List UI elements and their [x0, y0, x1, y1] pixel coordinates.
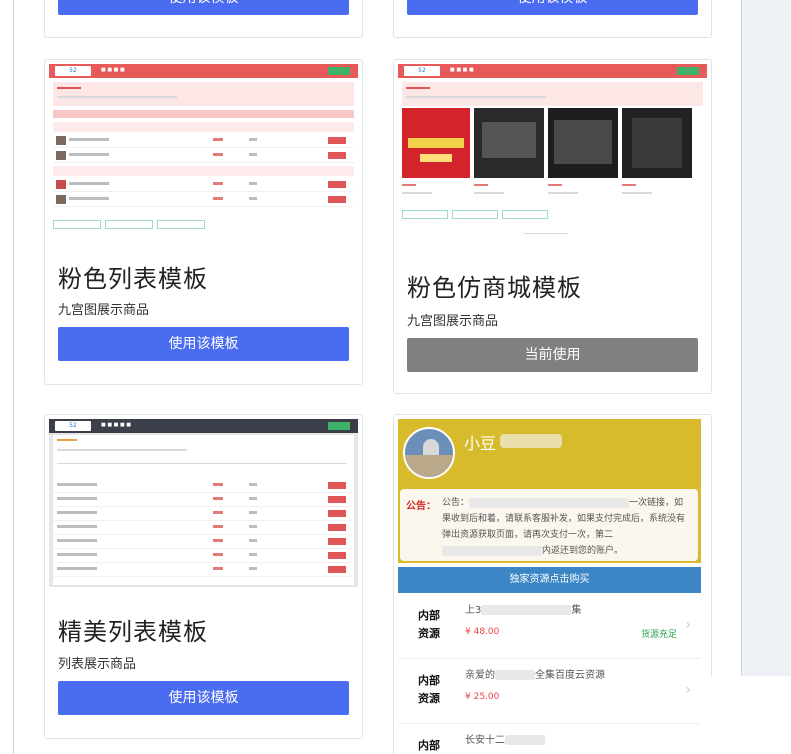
template-title: 精美列表模板 [58, 618, 208, 646]
preview-logo: 52 [55, 421, 91, 431]
preview-footer-link [402, 210, 448, 219]
notice-box: 公告： 公告： 一次链接，如果收到后和着，请联系客服补发，如果支付完成后，系统没有… [400, 489, 698, 561]
preview-row [53, 178, 354, 192]
list-item[interactable]: 内部 长安十二 [398, 725, 701, 754]
template-subtitle: 九宫图展示商品 [58, 303, 150, 318]
preview-footer-link [53, 220, 101, 229]
card-top-right: 使用该模板 [393, 0, 712, 38]
preview-row [53, 193, 354, 207]
preview-product-image [402, 108, 470, 178]
item-title: 亲爱的 全集百度云资源 [465, 670, 605, 681]
template-card-fine-list: 52 ■ ■ ■ ■ ■ 精美列表模板 列表展示商品 使用该模板 [44, 414, 363, 739]
item-tag: 内部资源 [418, 674, 440, 705]
item-price: ¥ 25.00 [465, 692, 500, 702]
use-template-button[interactable]: 使用该模板 [407, 0, 698, 15]
template-subtitle: 九宫图展示商品 [407, 314, 499, 329]
preview-header: 52 ■ ■ ■ ■ ■ [49, 419, 358, 433]
chevron-right-icon: › [685, 682, 691, 698]
list-item[interactable]: 内部资源 上3 集 ¥ 48.00 货源充足 › [398, 595, 701, 659]
preview-category [53, 166, 354, 176]
item-price: ¥ 48.00 [465, 627, 500, 637]
notice-text: 公告： 一次链接，如果收到后和着，请联系客服补发，如果支付完成后，系统没有弹出资源… [442, 497, 686, 556]
preview-footer-link [502, 210, 548, 219]
template-card-pink-mall: 52 ■ ■ ■ ■ 粉色仿商城模板 九宫图展示商品 当前使用 [393, 59, 712, 394]
mobile-header: 小豆 公告： 公告： 一次链接，如果收到后和着，请联系客服补发，如果支付完成后，系… [398, 419, 701, 563]
template-card-mobile: 小豆 公告： 公告： 一次链接，如果收到后和着，请联系客服补发，如果支付完成后，系… [393, 414, 712, 754]
preview-logo: 52 [404, 66, 440, 76]
list-item[interactable]: 内部资源 亲爱的 全集百度云资源 ¥ 25.00 › [398, 660, 701, 724]
item-title: 上3 集 [465, 605, 582, 616]
preview-footer-link [157, 220, 205, 229]
preview-green-button [677, 67, 699, 75]
buy-bar[interactable]: 独家资源点击购买 [398, 567, 701, 593]
avatar [403, 427, 455, 479]
item-title: 长安十二 [465, 731, 545, 746]
preview-product-image [548, 108, 618, 178]
preview-notice [53, 82, 354, 106]
template-title: 粉色列表模板 [58, 265, 208, 293]
template-preview-image[interactable]: 52 ■ ■ ■ ■ [49, 64, 358, 236]
card-top-left: 使用该模板 [44, 0, 363, 38]
use-template-button[interactable]: 使用该模板 [58, 327, 349, 361]
use-template-button[interactable]: 使用该模板 [58, 0, 349, 15]
template-preview-mobile[interactable]: 小豆 公告： 公告： 一次链接，如果收到后和着，请联系客服补发，如果支付完成后，系… [398, 419, 701, 754]
preview-row [53, 149, 354, 163]
preview-row [53, 134, 354, 148]
right-gutter [741, 0, 791, 754]
preview-green-button [328, 67, 350, 75]
preview-footer-link [105, 220, 153, 229]
chevron-right-icon: › [685, 617, 691, 633]
preview-header: 52 ■ ■ ■ ■ [49, 64, 358, 78]
template-preview-image[interactable]: 52 ■ ■ ■ ■ ■ [49, 419, 358, 587]
preview-green-button [328, 422, 350, 430]
template-title: 粉色仿商城模板 [407, 274, 582, 302]
use-template-button[interactable]: 使用该模板 [58, 681, 349, 715]
template-card-pink-list: 52 ■ ■ ■ ■ 粉色列表模板 九宫图展示商品 使用该模板 [44, 59, 363, 385]
preview-logo: 52 [55, 66, 91, 76]
shop-name: 小豆 [464, 434, 497, 453]
preview-header: 52 ■ ■ ■ ■ [398, 64, 707, 78]
preview-category [53, 122, 354, 132]
item-tag: 内部资源 [418, 609, 440, 640]
template-gallery-page: 使用该模板 使用该模板 52 ■ ■ ■ ■ 粉色 [0, 0, 791, 754]
page-corner [700, 676, 791, 754]
blurred-text [500, 434, 562, 448]
item-stock: 货源充足 [640, 630, 677, 640]
preview-product-image [622, 108, 692, 178]
left-border [13, 0, 14, 754]
template-preview-image[interactable]: 52 ■ ■ ■ ■ [398, 64, 707, 248]
notice-label: 公告： [406, 501, 436, 512]
preview-footer-link [452, 210, 498, 219]
preview-table-head [53, 110, 354, 118]
current-template-button[interactable]: 当前使用 [407, 338, 698, 372]
preview-body [53, 435, 354, 585]
preview-notice [402, 82, 703, 106]
preview-product-image [474, 108, 544, 178]
item-tag: 内部 [418, 739, 440, 752]
template-subtitle: 列表展示商品 [58, 657, 137, 672]
